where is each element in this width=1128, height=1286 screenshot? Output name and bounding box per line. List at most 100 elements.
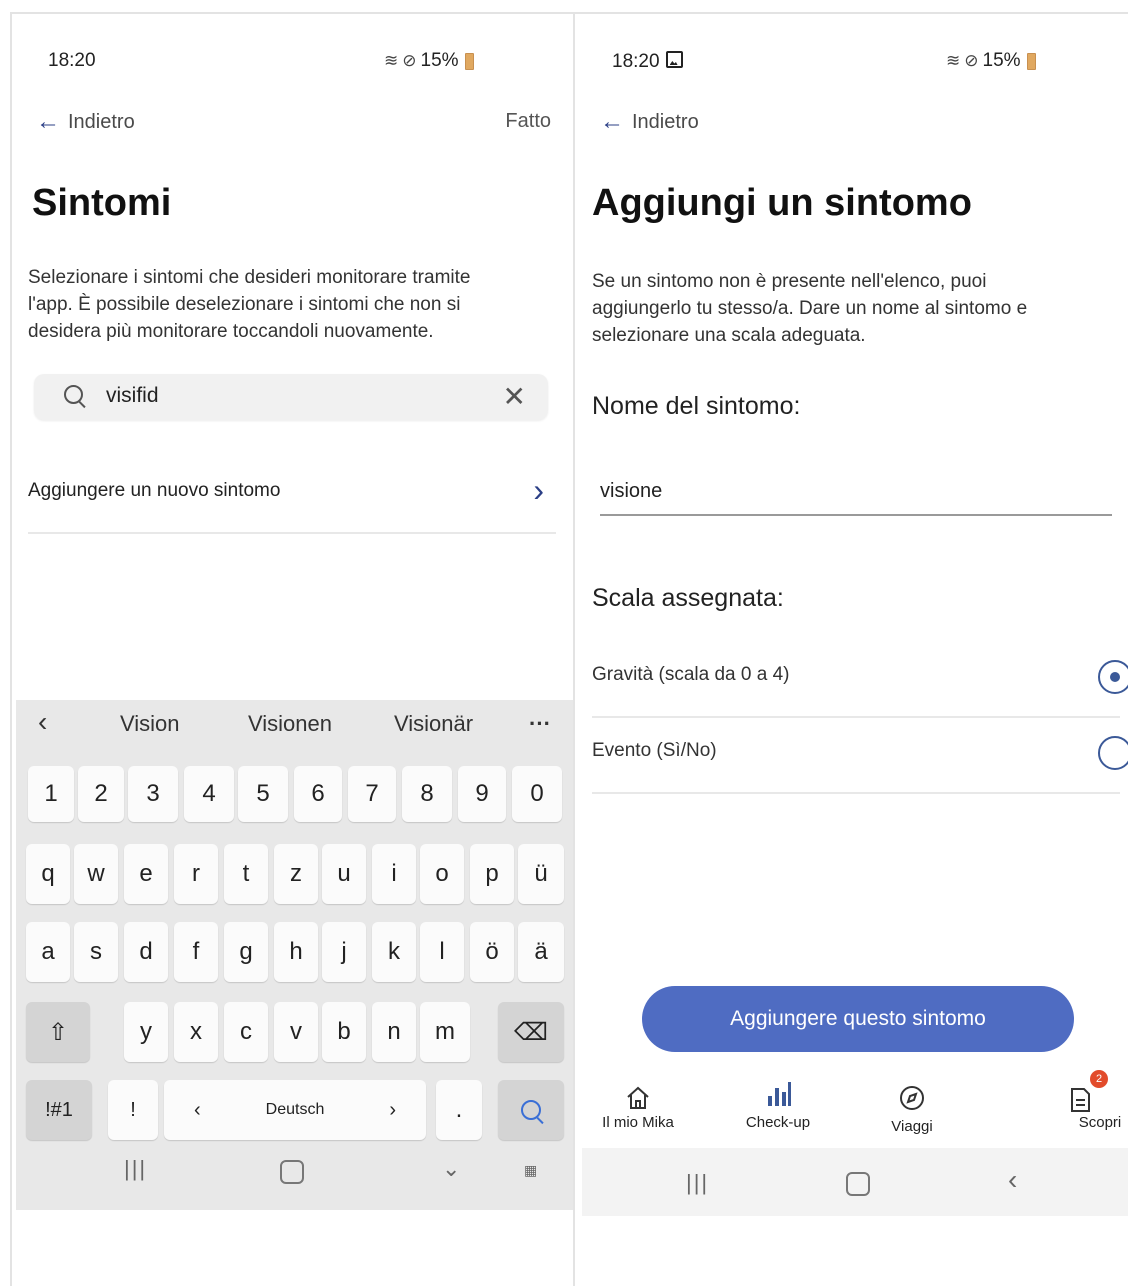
key[interactable]: d	[124, 922, 168, 982]
symptom-name-value: visione	[600, 480, 663, 502]
page-title: Sintomi	[32, 182, 172, 224]
symbols-key[interactable]: !#1	[26, 1080, 92, 1140]
key[interactable]: z	[274, 844, 318, 904]
status-time: 18:20	[48, 50, 96, 71]
scale-option-severity[interactable]: Gravità (scala da 0 a 4)	[592, 656, 1128, 718]
tab-my-mika[interactable]: Il mio Mika	[588, 1074, 688, 1131]
chevron-left-icon[interactable]: ‹	[38, 706, 47, 738]
tab-travel[interactable]: Viaggi	[862, 1074, 962, 1135]
back-nav-icon[interactable]: ‹	[1008, 1164, 1017, 1196]
home-icon[interactable]	[280, 1160, 304, 1184]
key[interactable]: s	[74, 922, 118, 982]
bottom-tab-bar: Il mio Mika Check-up Viaggi 2 Scopri	[582, 1070, 1128, 1146]
status-bar: 18:20 ≋ ⊘ 15%	[576, 14, 1128, 104]
key[interactable]: a	[26, 922, 70, 982]
space-language-label: Deutsch	[265, 1101, 325, 1118]
back-label: Indietro	[68, 110, 135, 133]
key[interactable]: o	[420, 844, 464, 904]
key[interactable]: h	[274, 922, 318, 982]
key[interactable]: 1	[28, 766, 74, 822]
add-symptom-screen: 18:20 ≋ ⊘ 15% ← Indietro Aggiungi un sin…	[576, 14, 1128, 1286]
language-left-arrow: ‹	[194, 1098, 201, 1121]
key[interactable]: ä	[518, 922, 564, 982]
key[interactable]: 6	[294, 766, 342, 822]
wifi-icon: ≋	[384, 51, 399, 70]
recent-apps-icon[interactable]: |||	[686, 1170, 709, 1196]
radio-selected-icon[interactable]	[1098, 660, 1128, 694]
keyboard-icon[interactable]: ▦	[524, 1162, 537, 1179]
key[interactable]: 3	[128, 766, 178, 822]
image-icon	[665, 51, 683, 68]
shift-key[interactable]: ⇧	[26, 1002, 90, 1062]
key[interactable]: 5	[238, 766, 288, 822]
done-button[interactable]: Fatto	[505, 110, 551, 133]
key[interactable]: y	[124, 1002, 168, 1062]
key[interactable]: 8	[402, 766, 452, 822]
search-value: visifid	[106, 384, 159, 407]
key[interactable]: k	[372, 922, 416, 982]
back-button[interactable]: ← Indietro	[600, 108, 699, 136]
key[interactable]: x	[174, 1002, 218, 1062]
add-new-symptom-row[interactable]: Aggiungere un nuovo sintomo ›	[28, 470, 556, 534]
period-key[interactable]: .	[436, 1080, 482, 1140]
key[interactable]: p	[470, 844, 514, 904]
suggestion-item[interactable]: Visionen	[248, 711, 332, 737]
close-icon[interactable]: ✕	[503, 380, 526, 413]
status-right: ≋ ⊘ 15%	[946, 50, 1036, 72]
key[interactable]: u	[322, 844, 366, 904]
add-symptom-button[interactable]: Aggiungere questo sintomo	[642, 986, 1074, 1052]
back-button[interactable]: ← Indietro	[36, 108, 135, 136]
key[interactable]: g	[224, 922, 268, 982]
search-key[interactable]	[498, 1080, 564, 1140]
key[interactable]: ö	[470, 922, 514, 982]
key[interactable]: e	[124, 844, 168, 904]
key[interactable]: 0	[512, 766, 562, 822]
more-icon[interactable]: ···	[529, 711, 551, 737]
chevron-down-icon[interactable]: ⌄	[442, 1156, 460, 1182]
description-line: l'app. È possibile deselezionare i sinto…	[28, 294, 461, 315]
battery-icon	[1026, 52, 1036, 70]
key[interactable]: b	[322, 1002, 366, 1062]
key[interactable]: r	[174, 844, 218, 904]
suggestion-item[interactable]: Visionär	[394, 711, 473, 737]
page-description: Se un sintomo non è presente nell'elenco…	[592, 268, 1027, 349]
search-input[interactable]: visifid ✕	[34, 374, 548, 420]
key[interactable]: q	[26, 844, 70, 904]
key[interactable]: n	[372, 1002, 416, 1062]
radio-unselected-icon[interactable]	[1098, 736, 1128, 770]
suggestion-item[interactable]: Vision	[120, 711, 180, 737]
page-description: Selezionare i sintomi che desideri monit…	[28, 264, 470, 345]
backspace-key[interactable]: ⌫	[498, 1002, 564, 1062]
home-icon[interactable]	[846, 1172, 870, 1196]
key[interactable]: 2	[78, 766, 124, 822]
key[interactable]: i	[372, 844, 416, 904]
key[interactable]: f	[174, 922, 218, 982]
tab-discover[interactable]: 2 Scopri	[1030, 1070, 1128, 1131]
key[interactable]: t	[224, 844, 268, 904]
key[interactable]: j	[322, 922, 366, 982]
symptoms-screen: 18:20 ≋ ⊘ 15% ← Indietro Fatto Sintomi S…	[12, 14, 573, 1286]
battery-icon	[464, 52, 474, 70]
frame-divider	[573, 12, 575, 1286]
space-key[interactable]: ‹ Deutsch ›	[164, 1080, 426, 1140]
key[interactable]: c	[224, 1002, 268, 1062]
key[interactable]: l	[420, 922, 464, 982]
exclamation-key[interactable]: !	[108, 1080, 158, 1140]
status-time-wrap: 18:20	[612, 50, 683, 73]
key[interactable]: v	[274, 1002, 318, 1062]
symptom-name-field[interactable]: visione	[600, 474, 1112, 516]
key[interactable]: 4	[184, 766, 234, 822]
key[interactable]: w	[74, 844, 118, 904]
key[interactable]: 9	[458, 766, 506, 822]
scale-option-event[interactable]: Evento (Sì/No)	[592, 732, 1128, 794]
symptom-name-label: Nome del sintomo:	[592, 392, 801, 420]
document-icon: 2	[1030, 1070, 1128, 1114]
back-label: Indietro	[632, 110, 699, 133]
key[interactable]: ü	[518, 844, 564, 904]
key[interactable]: m	[420, 1002, 470, 1062]
tab-check-up[interactable]: Check-up	[728, 1074, 828, 1131]
status-right: ≋ ⊘ 15%	[384, 50, 474, 72]
key[interactable]: 7	[348, 766, 396, 822]
recent-apps-icon[interactable]: |||	[124, 1156, 147, 1182]
tab-label: Scopri	[1078, 1114, 1122, 1131]
